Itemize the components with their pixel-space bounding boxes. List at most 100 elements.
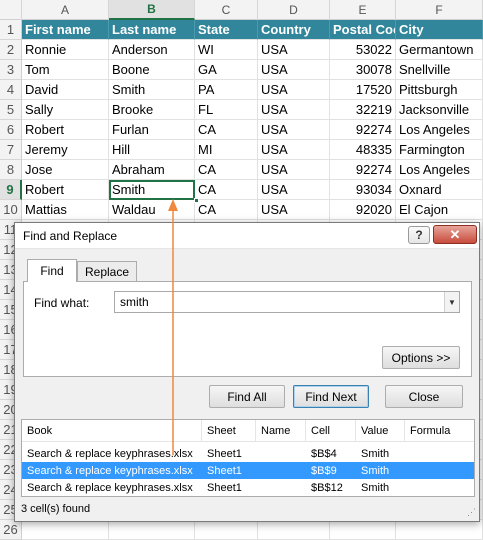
tab-find[interactable]: Find <box>27 259 77 282</box>
results-list[interactable]: Book Sheet Name Cell Value Formula Searc… <box>21 419 475 497</box>
results-col-cell[interactable]: Cell <box>306 420 356 442</box>
table-cell[interactable]: MI <box>195 140 258 160</box>
column-header-b[interactable]: B <box>109 0 195 20</box>
results-col-sheet[interactable]: Sheet <box>202 420 256 442</box>
row-header-10[interactable]: 10 <box>0 200 22 220</box>
table-cell[interactable]: CA <box>195 160 258 180</box>
window-close-button[interactable]: ✕ <box>433 225 477 244</box>
find-what-input[interactable]: smith <box>114 291 460 313</box>
table-cell[interactable]: GA <box>195 60 258 80</box>
table-cell[interactable]: Mattias <box>22 200 109 220</box>
table-cell[interactable]: 92020 <box>330 200 396 220</box>
table-cell[interactable]: USA <box>258 180 330 200</box>
tab-replace[interactable]: Replace <box>77 261 137 282</box>
table-cell[interactable]: Farmington <box>396 140 483 160</box>
result-row[interactable]: Search & replace keyphrases.xlsx Sheet1 $B… <box>22 445 474 462</box>
table-cell[interactable]: Anderson <box>109 40 195 60</box>
empty-cell[interactable] <box>396 520 483 540</box>
find-all-button[interactable]: Find All <box>209 385 285 408</box>
table-cell[interactable]: 93034 <box>330 180 396 200</box>
table-cell[interactable]: Los Angeles <box>396 120 483 140</box>
empty-cell[interactable] <box>330 520 396 540</box>
column-header-f[interactable]: F <box>396 0 483 20</box>
table-cell[interactable]: CA <box>195 180 258 200</box>
select-all-corner[interactable] <box>0 0 22 20</box>
empty-cell[interactable] <box>195 520 258 540</box>
table-cell[interactable]: Smith <box>109 80 195 100</box>
row-header-4[interactable]: 4 <box>0 80 22 100</box>
header-cell[interactable]: First name <box>22 20 109 40</box>
table-cell[interactable]: USA <box>258 120 330 140</box>
resize-grip-icon[interactable]: ⋰ <box>467 507 476 518</box>
table-cell[interactable]: Oxnard <box>396 180 483 200</box>
table-cell[interactable]: 48335 <box>330 140 396 160</box>
empty-cell[interactable] <box>109 520 195 540</box>
table-cell[interactable]: USA <box>258 100 330 120</box>
table-cell[interactable]: 17520 <box>330 80 396 100</box>
dialog-title-bar[interactable]: Find and Replace ? ✕ <box>15 223 479 249</box>
table-cell[interactable]: Abraham <box>109 160 195 180</box>
table-cell[interactable]: 92274 <box>330 160 396 180</box>
column-header-c[interactable]: C <box>195 0 258 20</box>
column-header-e[interactable]: E <box>330 0 396 20</box>
table-cell[interactable]: Sally <box>22 100 109 120</box>
results-col-name[interactable]: Name <box>256 420 306 442</box>
table-cell[interactable]: Hill <box>109 140 195 160</box>
table-cell[interactable]: USA <box>258 140 330 160</box>
row-header-6[interactable]: 6 <box>0 120 22 140</box>
results-col-value[interactable]: Value <box>356 420 405 442</box>
table-cell[interactable]: Los Angeles <box>396 160 483 180</box>
row-header-3[interactable]: 3 <box>0 60 22 80</box>
table-cell[interactable]: Pittsburgh <box>396 80 483 100</box>
table-cell[interactable]: Jacksonville <box>396 100 483 120</box>
find-what-dropdown-button[interactable]: ▼ <box>444 292 459 312</box>
table-cell[interactable]: 30078 <box>330 60 396 80</box>
table-cell[interactable]: USA <box>258 160 330 180</box>
options-button[interactable]: Options >> <box>382 346 460 369</box>
table-cell[interactable]: FL <box>195 100 258 120</box>
table-cell[interactable]: Waldau <box>109 200 195 220</box>
find-next-button[interactable]: Find Next <box>293 385 369 408</box>
header-cell[interactable]: State <box>195 20 258 40</box>
close-button[interactable]: Close <box>385 385 463 408</box>
header-cell[interactable]: Postal Coc <box>330 20 396 40</box>
table-cell[interactable]: 53022 <box>330 40 396 60</box>
table-cell[interactable]: USA <box>258 60 330 80</box>
row-header-5[interactable]: 5 <box>0 100 22 120</box>
row-header-8[interactable]: 8 <box>0 160 22 180</box>
fill-handle[interactable] <box>194 198 199 203</box>
table-cell[interactable]: Boone <box>109 60 195 80</box>
header-cell[interactable]: Country <box>258 20 330 40</box>
table-cell[interactable]: David <box>22 80 109 100</box>
result-row[interactable]: Search & replace keyphrases.xlsx Sheet1 $B… <box>22 479 474 496</box>
empty-cell[interactable] <box>22 520 109 540</box>
table-cell[interactable]: USA <box>258 200 330 220</box>
row-header-2[interactable]: 2 <box>0 40 22 60</box>
empty-cell[interactable] <box>258 520 330 540</box>
table-cell[interactable]: PA <box>195 80 258 100</box>
help-button[interactable]: ? <box>408 226 430 244</box>
table-cell[interactable]: CA <box>195 120 258 140</box>
row-header-1[interactable]: 1 <box>0 20 22 40</box>
table-cell[interactable]: WI <box>195 40 258 60</box>
table-cell[interactable]: Snellville <box>396 60 483 80</box>
table-cell[interactable]: Robert <box>22 120 109 140</box>
header-cell[interactable]: Last name <box>109 20 195 40</box>
column-header-d[interactable]: D <box>258 0 330 20</box>
table-cell[interactable]: 92274 <box>330 120 396 140</box>
table-cell[interactable]: Robert <box>22 180 109 200</box>
results-col-formula[interactable]: Formula <box>405 420 474 442</box>
table-cell[interactable]: El Cajon <box>396 200 483 220</box>
table-cell[interactable]: Jeremy <box>22 140 109 160</box>
header-cell[interactable]: City <box>396 20 483 40</box>
row-header-26[interactable]: 26 <box>0 520 22 540</box>
table-cell[interactable]: Tom <box>22 60 109 80</box>
selected-cell[interactable]: Smith <box>109 180 195 200</box>
table-cell[interactable]: Furlan <box>109 120 195 140</box>
result-row[interactable]: Search & replace keyphrases.xlsx Sheet1 $B… <box>22 462 474 479</box>
table-cell[interactable]: Ronnie <box>22 40 109 60</box>
row-header-7[interactable]: 7 <box>0 140 22 160</box>
table-cell[interactable]: Jose <box>22 160 109 180</box>
table-cell[interactable]: USA <box>258 40 330 60</box>
table-cell[interactable]: Germantown <box>396 40 483 60</box>
